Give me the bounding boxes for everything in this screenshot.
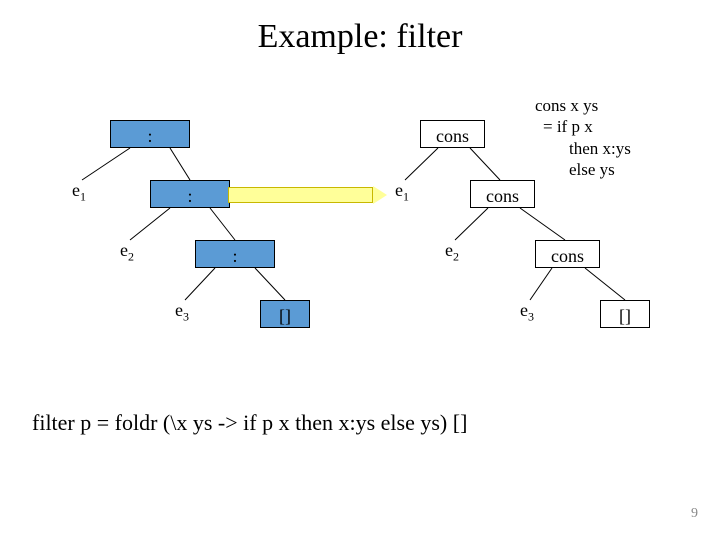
- right-node-3: cons: [535, 240, 600, 268]
- right-leaf-e3: e3: [520, 300, 534, 325]
- right-nil: []: [600, 300, 650, 328]
- page-number: 9: [691, 506, 698, 522]
- right-leaf-e2: e2: [445, 240, 459, 265]
- cons-definition: cons x ys = if p x then x:ys else ys: [535, 95, 631, 180]
- right-node-2: cons: [470, 180, 535, 208]
- left-node-3: :: [195, 240, 275, 268]
- left-node-1: :: [110, 120, 190, 148]
- right-leaf-e1: e1: [395, 180, 409, 205]
- right-node-1: cons: [420, 120, 485, 148]
- code-line-4: else ys: [535, 159, 631, 180]
- transform-arrow-head: [373, 186, 387, 204]
- left-leaf-e2: e2: [120, 240, 134, 265]
- slide-title: Example: filter: [0, 18, 720, 56]
- code-line-3: then x:ys: [535, 138, 631, 159]
- filter-definition: filter p = foldr (\x ys -> if p x then x…: [32, 410, 467, 436]
- left-nil: []: [260, 300, 310, 328]
- left-leaf-e3: e3: [175, 300, 189, 325]
- transform-arrow-body: [228, 187, 373, 203]
- left-leaf-e1: e1: [72, 180, 86, 205]
- left-node-2: :: [150, 180, 230, 208]
- tree-edges: [0, 0, 720, 540]
- code-line-1: cons x ys: [535, 95, 631, 116]
- code-line-2: = if p x: [535, 116, 631, 137]
